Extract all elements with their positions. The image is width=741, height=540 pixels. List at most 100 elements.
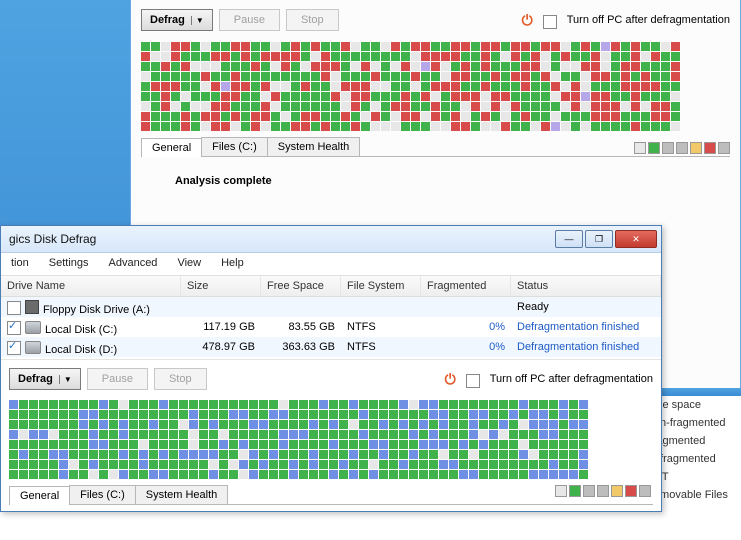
stop-button[interactable]: Stop bbox=[286, 9, 339, 31]
cluster-cell bbox=[331, 102, 340, 111]
pause-button[interactable]: Pause bbox=[219, 9, 280, 31]
column-header[interactable]: Size bbox=[181, 276, 261, 296]
cluster-cell bbox=[499, 410, 508, 419]
tab-system-health[interactable]: System Health bbox=[135, 485, 229, 504]
cluster-cell bbox=[189, 400, 198, 409]
cluster-cell bbox=[261, 102, 270, 111]
column-header[interactable]: Fragmented bbox=[421, 276, 511, 296]
defrag-dropdown-icon[interactable]: ▼ bbox=[59, 375, 72, 384]
cluster-cell bbox=[509, 440, 518, 449]
cluster-cell bbox=[339, 450, 348, 459]
cluster-cell bbox=[579, 430, 588, 439]
menu-item[interactable]: View bbox=[167, 255, 211, 271]
cluster-cell bbox=[171, 82, 180, 91]
cluster-cell bbox=[351, 122, 360, 131]
cluster-cell bbox=[261, 122, 270, 131]
cluster-cell bbox=[469, 470, 478, 479]
cluster-cell bbox=[641, 92, 650, 101]
cluster-cell bbox=[319, 470, 328, 479]
column-header[interactable]: File System bbox=[341, 276, 421, 296]
cluster-cell bbox=[391, 92, 400, 101]
row-checkbox[interactable] bbox=[7, 341, 21, 355]
cluster-cell bbox=[109, 440, 118, 449]
column-header[interactable]: Drive Name bbox=[1, 276, 181, 296]
cluster-cell bbox=[239, 470, 248, 479]
defrag-button[interactable]: Defrag ▼ bbox=[9, 368, 81, 390]
cluster-cell bbox=[109, 400, 118, 409]
table-row[interactable]: Local Disk (D:)478.97 GB363.63 GBNTFS0%D… bbox=[1, 337, 661, 357]
row-checkbox[interactable] bbox=[7, 301, 21, 315]
tab-general[interactable]: General bbox=[141, 138, 202, 157]
cluster-cell bbox=[601, 122, 610, 131]
cluster-cell bbox=[561, 112, 570, 121]
cluster-cell bbox=[439, 460, 448, 469]
cluster-cell bbox=[421, 82, 430, 91]
cluster-cell bbox=[501, 122, 510, 131]
drive-name: Local Disk (D:) bbox=[45, 344, 117, 356]
cluster-cell bbox=[161, 72, 170, 81]
cluster-cell bbox=[529, 470, 538, 479]
cluster-cell bbox=[361, 72, 370, 81]
cluster-cell bbox=[189, 450, 198, 459]
cluster-cell bbox=[301, 62, 310, 71]
cluster-cell bbox=[259, 440, 268, 449]
cluster-cell bbox=[351, 72, 360, 81]
cluster-cell bbox=[549, 400, 558, 409]
table-row[interactable]: Floppy Disk Drive (A:)Ready bbox=[1, 297, 661, 317]
cluster-cell bbox=[251, 92, 260, 101]
cluster-cell bbox=[259, 400, 268, 409]
cluster-cell bbox=[321, 82, 330, 91]
menu-item[interactable]: tion bbox=[1, 255, 39, 271]
tab-files-c[interactable]: Files (C:) bbox=[201, 137, 268, 156]
cluster-cell bbox=[141, 102, 150, 111]
cluster-cell bbox=[369, 470, 378, 479]
titlebar[interactable]: gics Disk Defrag — ❐ ✕ bbox=[1, 226, 661, 253]
cluster-cell bbox=[211, 82, 220, 91]
turnoff-checkbox[interactable] bbox=[466, 374, 480, 388]
tab-files-c[interactable]: Files (C:) bbox=[69, 485, 136, 504]
cluster-cell bbox=[661, 52, 670, 61]
cluster-cell bbox=[241, 52, 250, 61]
column-header[interactable]: Free Space bbox=[261, 276, 341, 296]
cluster-cell bbox=[581, 92, 590, 101]
menu-item[interactable]: Advanced bbox=[99, 255, 168, 271]
cluster-cell bbox=[311, 52, 320, 61]
cluster-cell bbox=[381, 112, 390, 121]
cluster-cell bbox=[549, 420, 558, 429]
cluster-cell bbox=[461, 112, 470, 121]
defrag-dropdown-icon[interactable]: ▼ bbox=[191, 16, 204, 25]
cluster-cell bbox=[231, 42, 240, 51]
defrag-button[interactable]: Defrag ▼ bbox=[141, 9, 213, 31]
column-header[interactable]: Status bbox=[511, 276, 661, 296]
cluster-cell bbox=[119, 420, 128, 429]
close-button[interactable]: ✕ bbox=[615, 230, 657, 248]
minimize-button[interactable]: — bbox=[555, 230, 583, 248]
cluster-cell bbox=[491, 82, 500, 91]
cluster-cell bbox=[351, 82, 360, 91]
cluster-cell bbox=[489, 420, 498, 429]
table-row[interactable]: Local Disk (C:)117.19 GB83.55 GBNTFS0%De… bbox=[1, 317, 661, 337]
menu-item[interactable]: Settings bbox=[39, 255, 99, 271]
stop-button[interactable]: Stop bbox=[154, 368, 207, 390]
cluster-cell bbox=[281, 42, 290, 51]
tab-system-health[interactable]: System Health bbox=[267, 137, 361, 156]
row-checkbox[interactable] bbox=[7, 321, 21, 335]
cluster-cell bbox=[641, 72, 650, 81]
cluster-cell bbox=[141, 72, 150, 81]
cluster-cell bbox=[431, 62, 440, 71]
cluster-cell bbox=[581, 42, 590, 51]
pause-button[interactable]: Pause bbox=[87, 368, 148, 390]
cluster-cell bbox=[651, 42, 660, 51]
menu-item[interactable]: Help bbox=[211, 255, 254, 271]
cluster-cell bbox=[171, 92, 180, 101]
cluster-cell bbox=[69, 460, 78, 469]
cluster-cell bbox=[301, 52, 310, 61]
tab-general[interactable]: General bbox=[9, 486, 70, 505]
cluster-cell bbox=[349, 450, 358, 459]
cluster-cell bbox=[371, 122, 380, 131]
cluster-cell bbox=[491, 122, 500, 131]
maximize-button[interactable]: ❐ bbox=[585, 230, 613, 248]
cluster-cell bbox=[149, 450, 158, 459]
cluster-cell bbox=[221, 92, 230, 101]
turnoff-checkbox[interactable] bbox=[543, 15, 557, 29]
